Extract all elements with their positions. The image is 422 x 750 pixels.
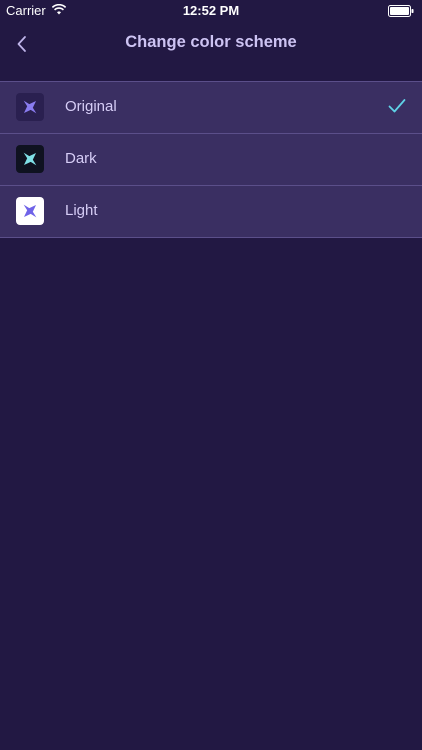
checkmark-icon bbox=[388, 99, 406, 113]
scheme-option-original[interactable]: Original bbox=[0, 81, 422, 133]
back-button[interactable] bbox=[8, 30, 36, 58]
airplane-icon bbox=[16, 145, 44, 173]
navigation-bar: Change color scheme bbox=[0, 22, 422, 66]
status-bar: Carrier 12:52 PM bbox=[0, 0, 422, 22]
scheme-option-light[interactable]: Light bbox=[0, 185, 422, 238]
airplane-icon bbox=[16, 93, 44, 121]
scheme-label: Original bbox=[65, 98, 117, 115]
battery-icon bbox=[388, 5, 414, 17]
clock: 12:52 PM bbox=[182, 3, 240, 18]
airplane-icon bbox=[16, 197, 44, 225]
color-scheme-list: Original Dark Light bbox=[0, 81, 422, 238]
page-title: Change color scheme bbox=[125, 33, 297, 51]
scheme-label: Dark bbox=[65, 150, 97, 167]
scheme-option-dark[interactable]: Dark bbox=[0, 133, 422, 185]
scheme-label: Light bbox=[65, 202, 98, 219]
chevron-left-icon bbox=[17, 36, 26, 52]
